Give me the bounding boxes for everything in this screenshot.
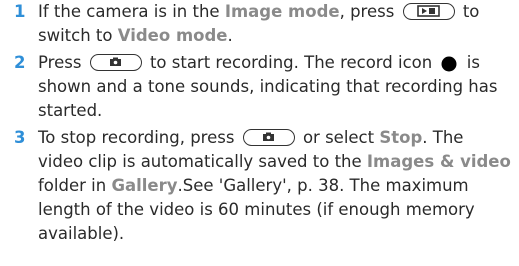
text-run: is <box>466 53 480 72</box>
text-run: , press <box>339 2 395 21</box>
folder-name: Images & video <box>366 152 511 171</box>
step-text: If the camera is in the Image mode, pres… <box>38 0 518 48</box>
text-line: video clip is automatically saved to the… <box>38 150 518 174</box>
text-line: shown and a tone sounds, indicating that… <box>38 77 498 96</box>
text-run: folder in <box>38 176 112 195</box>
text-run: . The <box>422 128 464 147</box>
text-run: or select <box>302 128 380 147</box>
text-run: If the camera is in the <box>38 2 225 21</box>
text-run: . <box>227 26 233 45</box>
camera-capture-key-icon <box>242 129 295 146</box>
text-run: video clip is automatically saved to the <box>38 152 367 171</box>
text-run: Press <box>38 53 82 72</box>
text-line: To stop recording, press or select Stop.… <box>38 126 518 150</box>
text-line: If the camera is in the Image mode, pres… <box>38 0 518 24</box>
step-text: To stop recording, press or select Stop.… <box>38 126 518 246</box>
text-line: length of the video is 60 minutes (if en… <box>38 200 475 219</box>
step-text: Press to start recording. The record ico… <box>38 51 518 123</box>
record-icon <box>441 55 457 71</box>
text-run: to start recording. The record icon <box>149 53 433 72</box>
mode-switch-key-icon <box>402 3 455 20</box>
mode-name-image: Image mode <box>224 2 340 21</box>
step-number: 3 <box>14 128 26 147</box>
camera-capture-key-icon <box>89 54 142 71</box>
text-line: Press to start recording. The record ico… <box>38 51 518 75</box>
text-line: folder in Gallery.See 'Gallery', p. 38. … <box>38 174 518 198</box>
command-name-stop: Stop <box>379 128 423 147</box>
text-run: .See 'Gallery', p. 38. The maximum <box>177 176 469 195</box>
text-run: to <box>462 2 480 21</box>
text-run: To stop recording, press <box>38 128 235 147</box>
mode-name-video: Video mode <box>117 26 228 45</box>
app-name-gallery: Gallery <box>111 176 178 195</box>
text-line: started. <box>38 101 103 120</box>
text-line: switch to Video mode. <box>38 24 518 48</box>
text-line: available). <box>38 224 125 243</box>
step-number: 2 <box>14 53 26 72</box>
text-run: switch to <box>38 26 118 45</box>
step-number: 1 <box>14 2 26 21</box>
